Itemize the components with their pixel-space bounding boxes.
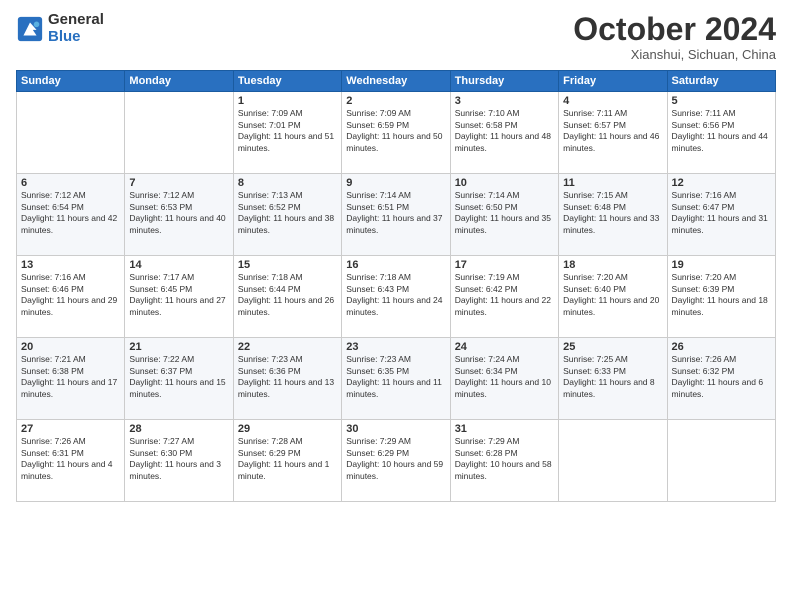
table-row: 26Sunrise: 7:26 AMSunset: 6:32 PMDayligh… xyxy=(667,338,775,420)
table-row: 17Sunrise: 7:19 AMSunset: 6:42 PMDayligh… xyxy=(450,256,558,338)
logo: General Blue xyxy=(16,12,104,45)
table-row xyxy=(667,420,775,502)
table-row: 12Sunrise: 7:16 AMSunset: 6:47 PMDayligh… xyxy=(667,174,775,256)
calendar-week-row: 13Sunrise: 7:16 AMSunset: 6:46 PMDayligh… xyxy=(17,256,776,338)
table-row: 11Sunrise: 7:15 AMSunset: 6:48 PMDayligh… xyxy=(559,174,667,256)
month-title: October 2024 xyxy=(573,12,776,47)
table-row: 18Sunrise: 7:20 AMSunset: 6:40 PMDayligh… xyxy=(559,256,667,338)
table-row: 31Sunrise: 7:29 AMSunset: 6:28 PMDayligh… xyxy=(450,420,558,502)
table-row: 5Sunrise: 7:11 AMSunset: 6:56 PMDaylight… xyxy=(667,92,775,174)
calendar-week-row: 1Sunrise: 7:09 AMSunset: 7:01 PMDaylight… xyxy=(17,92,776,174)
table-row: 6Sunrise: 7:12 AMSunset: 6:54 PMDaylight… xyxy=(17,174,125,256)
title-block: October 2024 Xianshui, Sichuan, China xyxy=(573,12,776,62)
table-row xyxy=(559,420,667,502)
table-row: 9Sunrise: 7:14 AMSunset: 6:51 PMDaylight… xyxy=(342,174,450,256)
table-row: 8Sunrise: 7:13 AMSunset: 6:52 PMDaylight… xyxy=(233,174,341,256)
table-row: 13Sunrise: 7:16 AMSunset: 6:46 PMDayligh… xyxy=(17,256,125,338)
table-row: 19Sunrise: 7:20 AMSunset: 6:39 PMDayligh… xyxy=(667,256,775,338)
calendar-week-row: 27Sunrise: 7:26 AMSunset: 6:31 PMDayligh… xyxy=(17,420,776,502)
logo-blue-text: Blue xyxy=(48,29,104,46)
table-row: 20Sunrise: 7:21 AMSunset: 6:38 PMDayligh… xyxy=(17,338,125,420)
table-row: 7Sunrise: 7:12 AMSunset: 6:53 PMDaylight… xyxy=(125,174,233,256)
location-subtitle: Xianshui, Sichuan, China xyxy=(573,47,776,62)
calendar-week-row: 20Sunrise: 7:21 AMSunset: 6:38 PMDayligh… xyxy=(17,338,776,420)
col-sunday: Sunday xyxy=(17,71,125,92)
calendar-week-row: 6Sunrise: 7:12 AMSunset: 6:54 PMDaylight… xyxy=(17,174,776,256)
logo-icon xyxy=(16,15,44,43)
table-row: 15Sunrise: 7:18 AMSunset: 6:44 PMDayligh… xyxy=(233,256,341,338)
table-row: 10Sunrise: 7:14 AMSunset: 6:50 PMDayligh… xyxy=(450,174,558,256)
col-friday: Friday xyxy=(559,71,667,92)
table-row: 25Sunrise: 7:25 AMSunset: 6:33 PMDayligh… xyxy=(559,338,667,420)
table-row: 4Sunrise: 7:11 AMSunset: 6:57 PMDaylight… xyxy=(559,92,667,174)
table-row: 1Sunrise: 7:09 AMSunset: 7:01 PMDaylight… xyxy=(233,92,341,174)
table-row: 3Sunrise: 7:10 AMSunset: 6:58 PMDaylight… xyxy=(450,92,558,174)
table-row: 23Sunrise: 7:23 AMSunset: 6:35 PMDayligh… xyxy=(342,338,450,420)
calendar-table: Sunday Monday Tuesday Wednesday Thursday… xyxy=(16,70,776,502)
logo-general-text: General xyxy=(48,12,104,29)
col-wednesday: Wednesday xyxy=(342,71,450,92)
col-thursday: Thursday xyxy=(450,71,558,92)
table-row: 30Sunrise: 7:29 AMSunset: 6:29 PMDayligh… xyxy=(342,420,450,502)
col-saturday: Saturday xyxy=(667,71,775,92)
table-row: 24Sunrise: 7:24 AMSunset: 6:34 PMDayligh… xyxy=(450,338,558,420)
table-row xyxy=(17,92,125,174)
table-row: 16Sunrise: 7:18 AMSunset: 6:43 PMDayligh… xyxy=(342,256,450,338)
table-row: 29Sunrise: 7:28 AMSunset: 6:29 PMDayligh… xyxy=(233,420,341,502)
table-row: 28Sunrise: 7:27 AMSunset: 6:30 PMDayligh… xyxy=(125,420,233,502)
col-tuesday: Tuesday xyxy=(233,71,341,92)
table-row: 2Sunrise: 7:09 AMSunset: 6:59 PMDaylight… xyxy=(342,92,450,174)
table-row: 14Sunrise: 7:17 AMSunset: 6:45 PMDayligh… xyxy=(125,256,233,338)
table-row: 22Sunrise: 7:23 AMSunset: 6:36 PMDayligh… xyxy=(233,338,341,420)
table-row xyxy=(125,92,233,174)
table-row: 21Sunrise: 7:22 AMSunset: 6:37 PMDayligh… xyxy=(125,338,233,420)
col-monday: Monday xyxy=(125,71,233,92)
table-row: 27Sunrise: 7:26 AMSunset: 6:31 PMDayligh… xyxy=(17,420,125,502)
calendar-header-row: Sunday Monday Tuesday Wednesday Thursday… xyxy=(17,71,776,92)
